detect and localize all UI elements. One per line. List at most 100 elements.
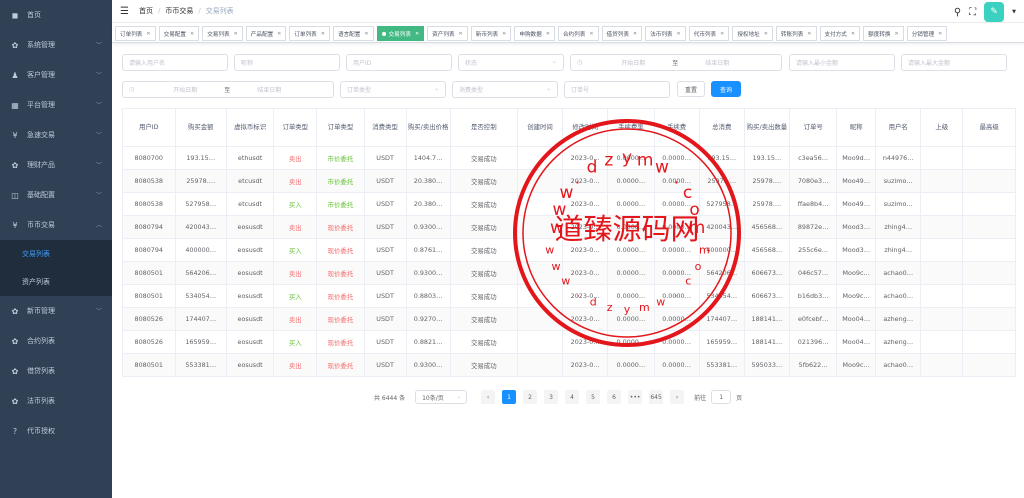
sidebar-item[interactable]: ♟ 客户管理 ﹀ [0, 60, 112, 90]
order-no-input[interactable]: 订单号 [564, 81, 670, 98]
fullscreen-icon[interactable]: ⛶ [969, 7, 976, 18]
close-icon[interactable]: ✕ [321, 31, 325, 37]
avatar[interactable]: ✎ [984, 2, 1005, 22]
tag-item[interactable]: 申购数据 ✕ [514, 26, 555, 41]
sidebar-item[interactable]: ✿ 合约列表 [0, 326, 112, 356]
date-range-picker-1[interactable]: ◷ 开始日期 至 结束日期 [570, 54, 782, 71]
query-button[interactable]: 查询 [711, 81, 741, 97]
close-icon[interactable]: ✕ [234, 31, 238, 37]
reset-button[interactable]: 重置 [677, 81, 705, 97]
page-button[interactable]: 645 [649, 390, 664, 404]
max-amount-input[interactable]: 请输入最大金额 [901, 54, 1007, 71]
user-id-input[interactable]: 用户ID [346, 54, 452, 71]
table-row[interactable]: 8080501 553381… eosusdt 卖出 现价委托 USDT 0.9300… 交易… [122, 353, 1016, 377]
tag-item[interactable]: 资产列表 ✕ [427, 26, 468, 41]
consume-type-select[interactable]: 消费类型 ⌄ [452, 81, 558, 98]
page-button[interactable]: ••• [628, 390, 643, 404]
close-icon[interactable]: ✕ [277, 31, 281, 37]
close-icon[interactable]: ✕ [415, 31, 419, 37]
sidebar-item[interactable]: ✿ 理财产品 ﹀ [0, 150, 112, 180]
page-button[interactable]: 4 [565, 390, 580, 404]
breadcrumb-section[interactable]: 币币交易 [165, 6, 193, 16]
tag-item[interactable]: 代币列表 ✕ [688, 26, 730, 41]
tag-item[interactable]: 借贷列表 ✕ [601, 26, 643, 41]
nickname-input[interactable]: 昵称 [234, 54, 340, 71]
tag-item[interactable]: 语言配置 ✕ [332, 26, 374, 41]
table-row[interactable]: 8080526 165959… eosusdt 买入 现价委托 USDT 0.8821… 交易… [122, 330, 1016, 354]
tag-item[interactable]: 产品配置 ✕ [245, 26, 287, 41]
tag-item[interactable]: 合约列表 ✕ [557, 26, 599, 41]
username-input[interactable]: 请输入用户名 [122, 54, 228, 71]
close-icon[interactable]: ✕ [190, 31, 194, 37]
sidebar-item[interactable]: ¥ 币币交易 ︿ [0, 210, 112, 240]
table-row[interactable]: 8080538 527958… etcusdt 买入 市价委托 USDT 20.380… 交易… [122, 192, 1016, 216]
search-icon[interactable]: ⚲ [954, 7, 961, 18]
close-icon[interactable]: ✕ [720, 31, 724, 37]
table-row[interactable]: 8080526 174407… eosusdt 卖出 现价委托 USDT 0.9270… 交易… [122, 307, 1016, 331]
caret-down-icon[interactable]: ▼ [1012, 9, 1016, 15]
tag-item[interactable]: 额度转换 ✕ [863, 26, 904, 41]
tag-item[interactable]: 转账列表 ✕ [775, 26, 817, 41]
page-button[interactable]: 1 [502, 390, 517, 404]
tag-item[interactable]: 订单列表 ✕ [289, 26, 330, 41]
close-icon[interactable]: ✕ [764, 31, 768, 37]
table-row[interactable]: 8080700 193.15… ethusdt 卖出 市价委托 USDT 1404.7… 交易… [122, 146, 1016, 170]
table-row[interactable]: 8080794 400000… eosusdt 买入 现价委托 USDT 0.8761… 交易… [122, 238, 1016, 262]
prev-page-button[interactable]: ‹ [481, 390, 496, 404]
close-icon[interactable]: ✕ [851, 31, 855, 37]
close-icon[interactable]: ✕ [146, 31, 150, 37]
sidebar-item[interactable]: ? 代币授权 [0, 416, 112, 446]
column-header: 购买/卖出数量 [743, 108, 791, 147]
table-row[interactable]: 8080501 564206… eosusdt 卖出 现价委托 USDT 0.9300… 交易… [122, 261, 1016, 285]
end-date-input[interactable]: 结束日期 [682, 58, 752, 67]
sidebar-item[interactable]: ✿ 系统管理 ﹀ [0, 30, 112, 60]
page-button[interactable]: 5 [586, 390, 601, 404]
page-button[interactable]: 3 [544, 390, 559, 404]
sidebar-item[interactable]: ▦ 平台管理 ﹀ [0, 90, 112, 120]
hamburger-icon[interactable]: ☰ [120, 6, 129, 17]
tag-item[interactable]: 支付方式 ✕ [819, 26, 861, 41]
page-button[interactable]: 6 [607, 390, 622, 404]
close-icon[interactable]: ✕ [459, 31, 463, 37]
status-select[interactable]: 状态 ⌄ [458, 54, 564, 71]
breadcrumb-home[interactable]: 首页 [139, 6, 153, 16]
next-page-button[interactable]: › [670, 390, 685, 404]
sidebar-item[interactable]: ◫ 基础配置 ﹀ [0, 180, 112, 210]
page-button[interactable]: 2 [523, 390, 538, 404]
min-amount-input[interactable]: 请输入最小金额 [789, 54, 895, 71]
close-icon[interactable]: ✕ [502, 31, 506, 37]
close-icon[interactable]: ✕ [938, 31, 942, 37]
end-date-input[interactable]: 结束日期 [234, 85, 304, 94]
sidebar-subitem[interactable]: 资产列表 [0, 268, 112, 296]
tag-item[interactable]: 交易配置 ✕ [158, 26, 200, 41]
sidebar-item[interactable]: ✿ 法币列表 [0, 386, 112, 416]
close-icon[interactable]: ✕ [633, 31, 637, 37]
sidebar-item[interactable]: ✿ 借贷列表 [0, 356, 112, 386]
sidebar-item[interactable]: ¥ 急速交易 ﹀ [0, 120, 112, 150]
tag-item[interactable]: 分销管理 ✕ [906, 26, 948, 41]
table-row[interactable]: 8080501 534054… eosusdt 买入 现价委托 USDT 0.8803… 交易… [122, 284, 1016, 308]
close-icon[interactable]: ✕ [677, 31, 681, 37]
tag-item[interactable]: 订单列表 ✕ [115, 26, 156, 41]
close-icon[interactable]: ✕ [894, 31, 898, 37]
sidebar-item[interactable]: ◼ 首页 [0, 0, 112, 30]
tag-item[interactable]: 交易列表 ✕ [202, 26, 243, 41]
order-type-select[interactable]: 订单类型 ⌄ [340, 81, 446, 98]
start-date-input[interactable]: 开始日期 [598, 58, 668, 67]
sidebar-subitem[interactable]: 交易列表 [0, 240, 112, 268]
close-icon[interactable]: ✕ [807, 31, 811, 37]
goto-page-input[interactable]: 1 [711, 390, 732, 404]
sidebar-item[interactable]: ✿ 新币管理 ﹀ [0, 296, 112, 326]
table-row[interactable]: 8080538 25978.… etcusdt 卖出 市价委托 USDT 20.380… 交易… [122, 169, 1016, 193]
table-row[interactable]: 8080794 420043… eosusdt 卖出 现价委托 USDT 0.9300… 交易… [122, 215, 1016, 239]
date-range-picker-2[interactable]: ◷ 开始日期 至 结束日期 [122, 81, 334, 98]
tag-item[interactable]: 授权地址 ✕ [732, 26, 773, 41]
page-size-select[interactable]: 10条/页 ⌄ [415, 390, 468, 404]
tag-item[interactable]: 法币列表 ✕ [645, 26, 686, 41]
tag-item[interactable]: 新币列表 ✕ [470, 26, 512, 41]
close-icon[interactable]: ✕ [546, 31, 550, 37]
close-icon[interactable]: ✕ [589, 31, 593, 37]
close-icon[interactable]: ✕ [364, 31, 368, 37]
start-date-input[interactable]: 开始日期 [150, 85, 220, 94]
tag-item[interactable]: 交易列表 ✕ [376, 26, 425, 41]
